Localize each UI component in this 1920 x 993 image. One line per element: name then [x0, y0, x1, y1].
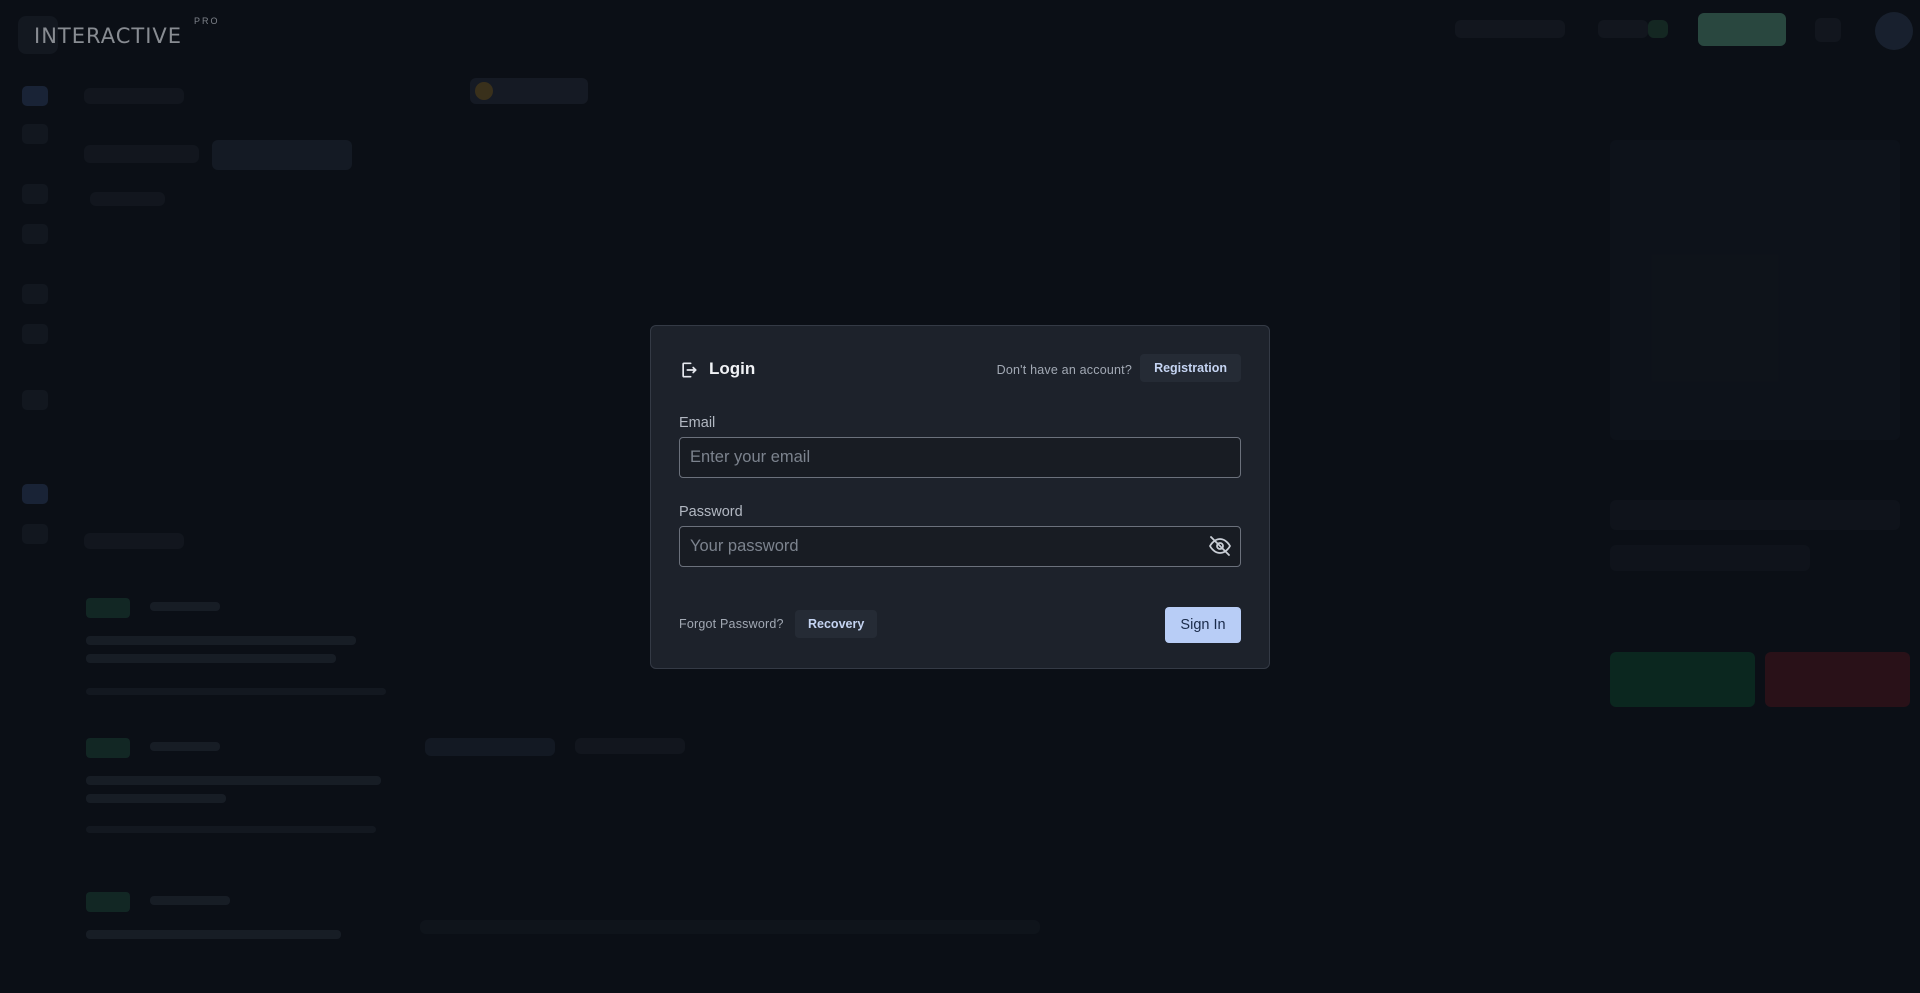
login-arrow-icon — [682, 362, 697, 378]
password-label: Password — [679, 504, 743, 520]
email-label: Email — [679, 415, 716, 431]
email-input[interactable] — [679, 437, 1241, 478]
sign-in-button[interactable]: Sign In — [1165, 607, 1241, 643]
password-input[interactable] — [679, 526, 1241, 567]
modal-header: Login Don't have an account? Registratio… — [679, 354, 1241, 384]
no-account-text: Don't have an account? — [996, 363, 1132, 377]
login-modal: Login Don't have an account? Registratio… — [650, 325, 1270, 669]
modal-title: Login — [709, 359, 756, 378]
eye-off-icon[interactable] — [1208, 534, 1232, 558]
registration-button[interactable]: Registration — [1140, 354, 1241, 382]
forgot-password-text: Forgot Password? — [679, 617, 784, 631]
recovery-button[interactable]: Recovery — [795, 610, 878, 638]
